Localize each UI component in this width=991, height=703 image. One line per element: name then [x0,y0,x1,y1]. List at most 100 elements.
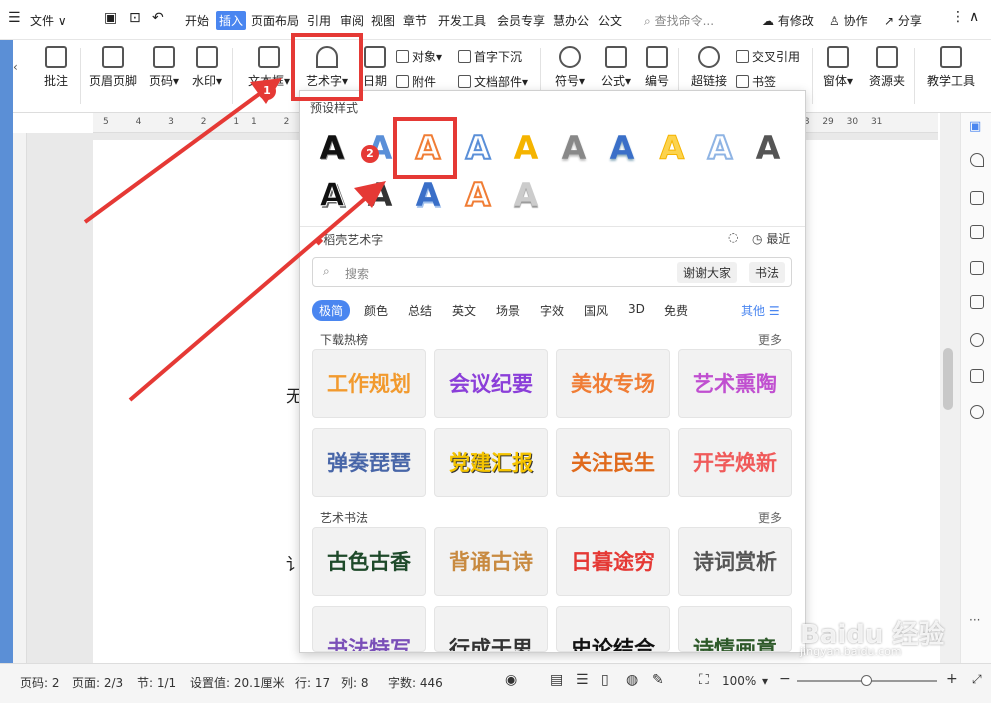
doc-parts-button[interactable]: 文档部件▾ [458,73,528,90]
preset-style-10[interactable]: A [748,128,788,168]
tag-free[interactable]: 免费 [664,302,688,319]
page-view-icon[interactable]: ▤ [550,672,563,688]
read-view-icon[interactable]: ▯ [601,672,609,688]
command-search[interactable]: ⌕ 查找命令... [644,12,714,29]
pen-icon[interactable] [970,191,984,205]
panel-toggle-icon[interactable]: ▣ [969,119,981,134]
preset-style-7[interactable]: A [602,128,642,168]
cross-ref-button[interactable]: 交叉引用 [736,48,800,65]
share-button[interactable]: ↗ 分享 [884,12,922,29]
resources-button[interactable]: 资源夹 [866,46,908,89]
vertical-scrollbar[interactable] [940,113,960,663]
zoom-out-icon[interactable]: − [779,671,791,687]
eye-icon[interactable]: ◉ [505,672,517,688]
menu-icon[interactable]: ☰ [8,10,21,26]
scrollbar-thumb[interactable] [943,348,953,410]
changes-button[interactable]: ☁ 有修改 [762,12,814,29]
calligraphy-tile[interactable]: 史论结合 [556,606,670,652]
file-menu[interactable]: 文件 ∨ [30,12,67,29]
calligraphy-tile[interactable]: 行成于思 [434,606,548,652]
status-page-code[interactable]: 页码: 2 [20,674,60,691]
status-row[interactable]: 行: 17 [295,674,330,691]
chat-icon[interactable]: ◌ [728,230,738,244]
preset-style-6[interactable]: A [554,128,594,168]
tag-english[interactable]: 英文 [452,302,476,319]
status-setting[interactable]: 设置值: 20.1厘米 [190,674,285,691]
tab-review[interactable]: 审阅 [340,12,364,29]
zoom-slider-handle[interactable] [861,675,872,686]
preset-style-11[interactable]: A [312,175,352,215]
outline-view-icon[interactable]: ☰ [576,672,589,688]
calligraphy-tile[interactable]: 背诵古诗 [434,527,548,596]
zoom-level[interactable]: 100% [722,674,756,688]
comment-button[interactable]: 批注 [36,46,76,89]
symbol-button[interactable]: 符号▾ [550,46,590,89]
date-button[interactable]: 日期 [360,46,390,89]
sliders-icon[interactable] [970,261,984,275]
calligraphy-tile[interactable]: 诗情画意 [678,606,792,652]
tag-national-style[interactable]: 国风 [584,302,608,319]
tag-other[interactable]: 其他 ☰ [741,302,780,319]
wordart-tile[interactable]: 弹奏琵琶 [312,428,426,497]
collab-button[interactable]: ♙ 协作 [829,12,868,29]
status-pages[interactable]: 页面: 2/3 [72,674,123,691]
hyperlink-button[interactable]: 超链接 [686,46,732,89]
preset-style-12[interactable]: A [360,175,400,215]
tag-scene[interactable]: 场景 [496,302,520,319]
wordart-search-box[interactable]: ⌕ 搜索 谢谢大家 书法 [312,257,792,287]
wordart-search-input[interactable]: 搜索 [345,265,369,282]
preset-style-14[interactable]: A [458,175,498,215]
tab-start[interactable]: 开始 [185,12,209,29]
tag-summary[interactable]: 总结 [408,302,432,319]
tab-view[interactable]: 视图 [371,12,395,29]
preset-style-1[interactable]: A [312,128,352,168]
wordart-tile[interactable]: 艺术熏陶 [678,349,792,418]
preset-style-15[interactable]: A [506,175,546,215]
watermark-button[interactable]: 水印▾ [187,46,227,89]
wordart-tile[interactable]: 党建汇报 [434,428,548,497]
numbering-button[interactable]: 编号 [640,46,674,89]
status-section[interactable]: 节: 1/1 [137,674,176,691]
web-view-icon[interactable]: ◍ [626,672,638,688]
tab-references[interactable]: 引用 [307,12,331,29]
collapse-icon[interactable]: ∧ [969,9,979,25]
calligraphy-tile[interactable]: 古色古香 [312,527,426,596]
dropcap-button[interactable]: 首字下沉 [458,48,522,65]
more-icon[interactable]: ⋮ [951,9,965,25]
wordart-tile[interactable]: 关注民生 [556,428,670,497]
calligraphy-tile[interactable]: 诗词赏析 [678,527,792,596]
status-word-count[interactable]: 字数: 446 [388,674,443,691]
compass-icon[interactable] [970,333,984,347]
tab-chapter[interactable]: 章节 [403,12,427,29]
tab-developer[interactable]: 开发工具 [438,12,486,29]
status-col[interactable]: 列: 8 [341,674,369,691]
header-footer-button[interactable]: 页眉页脚 [86,46,140,89]
tag-effect[interactable]: 字效 [540,302,564,319]
tab-insert[interactable]: 插入 [216,11,247,30]
zoom-in-icon[interactable]: + [946,671,958,687]
zoom-dropdown-icon[interactable]: ▾ [762,674,768,688]
write-view-icon[interactable]: ✎ [652,672,664,688]
tag-color[interactable]: 颜色 [364,302,388,319]
save-icon[interactable]: ▣ [104,10,117,26]
ribbon-scroll-left-icon[interactable]: ‹ [13,60,18,74]
rocket-icon[interactable] [970,153,984,167]
preset-style-8[interactable]: A [652,128,692,168]
search-chip[interactable]: 谢谢大家 [677,262,738,283]
wordart-tile[interactable]: 美妆专场 [556,349,670,418]
fullscreen-icon[interactable]: ⤢ [972,672,982,687]
wordart-tile[interactable]: 会议纪要 [434,349,548,418]
book-icon[interactable] [970,369,984,383]
calligraphy-more-link[interactable]: 更多 [758,509,782,526]
export-icon[interactable]: ⊡ [129,10,141,26]
preset-style-13[interactable]: A [408,175,448,215]
help-icon[interactable] [970,405,984,419]
tag-minimal[interactable]: 极简 [312,300,351,321]
tab-official-doc[interactable]: 公文 [598,12,622,29]
bookmark-button[interactable]: 书签 [736,73,776,90]
recent-button[interactable]: ◷ 最近 [752,230,790,247]
object-button[interactable]: 对象▾ [396,48,442,65]
page-number-button[interactable]: 页码▾ [144,46,184,89]
tab-member[interactable]: 会员专享 [497,12,545,29]
teach-tools-button[interactable]: 教学工具 [924,46,978,89]
